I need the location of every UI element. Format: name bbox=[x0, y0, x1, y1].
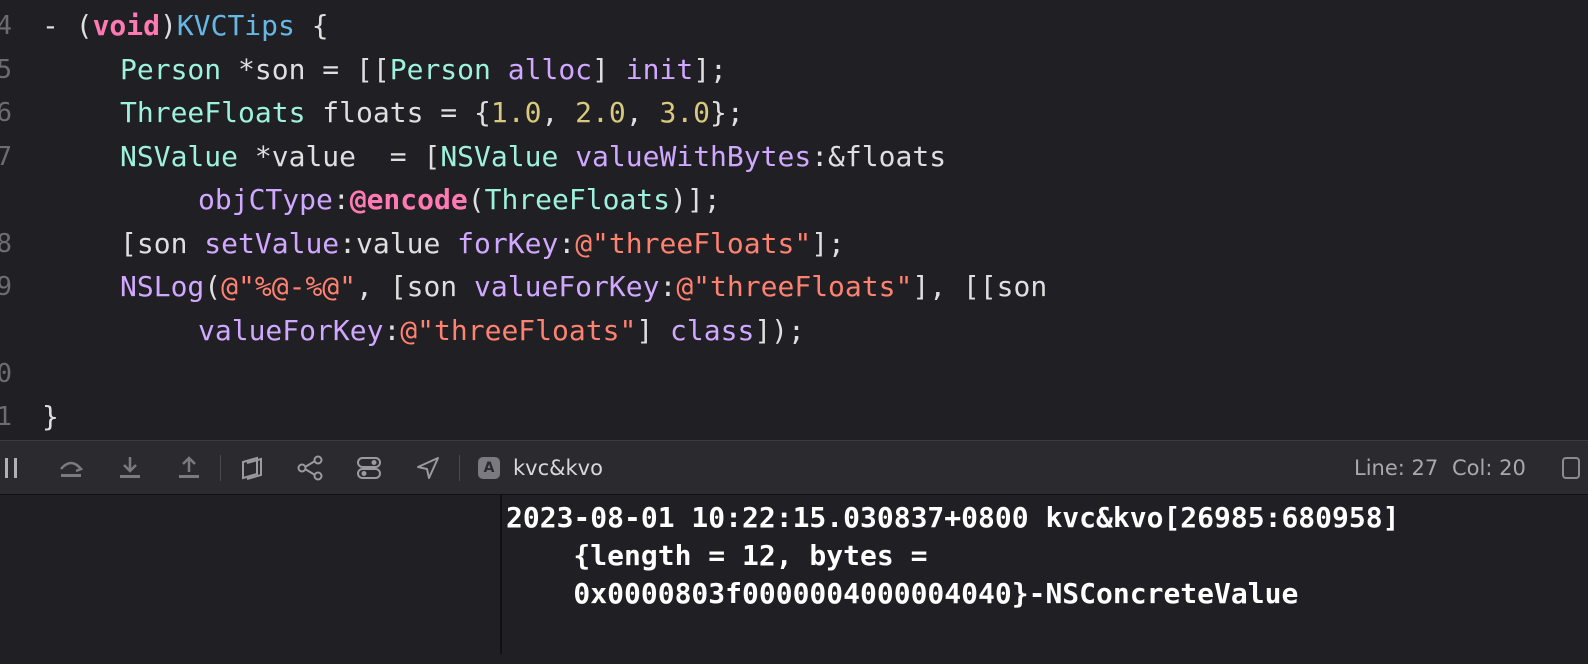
environment-overrides-icon[interactable] bbox=[355, 455, 383, 481]
code-token: void bbox=[92, 9, 161, 42]
panel-layout-icon[interactable] bbox=[1562, 457, 1580, 479]
debug-toolbar: A kvc&kvo Line: 27 Col: 20 bbox=[0, 440, 1588, 495]
code-token: init bbox=[625, 53, 694, 86]
source-editor[interactable]: 4 5 6 7 8 9 0 1 - (void)KVCTips { Person… bbox=[0, 0, 1588, 440]
code-line[interactable]: } bbox=[42, 402, 59, 432]
code-token: : bbox=[558, 227, 576, 260]
code-line-wrapped[interactable]: objCType:@encode(ThreeFloats)]; bbox=[198, 185, 721, 215]
code-line[interactable]: NSValue *value = [NSValue valueWithBytes… bbox=[120, 142, 946, 172]
debug-view-hierarchy-icon[interactable] bbox=[237, 455, 265, 481]
console-line: 2023-08-01 10:22:15.030837+0800 kvc&kvo[… bbox=[506, 501, 1400, 534]
code-line[interactable]: ThreeFloats floats = {1.0, 2.0, 3.0}; bbox=[120, 98, 744, 128]
console-line: 0x0000803f0000004000004040}-NSConcreteVa… bbox=[506, 577, 1299, 610]
code-token: @encode bbox=[349, 183, 468, 216]
toolbar-divider bbox=[459, 455, 460, 481]
code-token: NSValue bbox=[120, 140, 239, 173]
sidebar-toggle-icon[interactable] bbox=[2, 455, 30, 481]
code-token: floats = { bbox=[305, 96, 491, 129]
code-token: @"threeFloats" bbox=[400, 314, 637, 347]
code-token: - ( bbox=[42, 9, 93, 42]
step-out-icon[interactable] bbox=[175, 455, 203, 481]
code-token: *son = [[ bbox=[221, 53, 390, 86]
code-token: :value bbox=[339, 227, 458, 260]
code-line[interactable]: Person *son = [[Person alloc] init]; bbox=[120, 55, 727, 85]
code-token: @"threeFloats" bbox=[575, 227, 812, 260]
code-line-wrapped[interactable]: valueForKey:@"threeFloats"] class]); bbox=[198, 316, 805, 346]
code-token: Person bbox=[120, 53, 222, 86]
code-token: :&floats bbox=[811, 140, 947, 173]
step-over-icon[interactable] bbox=[57, 455, 85, 481]
target-name[interactable]: kvc&kvo bbox=[513, 454, 603, 482]
code-token: ThreeFloats bbox=[484, 183, 671, 216]
code-token: class bbox=[670, 314, 755, 347]
line-indicator: Line: 27 bbox=[1354, 456, 1439, 480]
code-token: *value = [ bbox=[238, 140, 441, 173]
debug-console: 2023-08-01 10:22:15.030837+0800 kvc&kvo[… bbox=[0, 495, 1588, 654]
code-token: NSValue bbox=[440, 140, 559, 173]
code-token: , bbox=[541, 96, 576, 129]
console-output[interactable]: 2023-08-01 10:22:15.030837+0800 kvc&kvo[… bbox=[506, 499, 1399, 664]
code-token: : bbox=[383, 314, 401, 347]
code-token: 3.0 bbox=[659, 96, 711, 129]
code-token: } bbox=[42, 400, 59, 433]
column-indicator: Col: 20 bbox=[1452, 456, 1526, 480]
code-token: ], [[son bbox=[912, 270, 1048, 303]
code-token: 1.0 bbox=[490, 96, 542, 129]
app-target-icon: A bbox=[478, 457, 500, 479]
code-text[interactable]: - (void)KVCTips { Person *son = [[Person… bbox=[0, 0, 1047, 432]
code-token: objCType bbox=[198, 183, 333, 216]
code-token: NSLog bbox=[120, 270, 205, 303]
code-token: ]); bbox=[754, 314, 805, 347]
code-token: ]; bbox=[693, 53, 727, 86]
code-line[interactable]: - (void)KVCTips { bbox=[42, 11, 329, 41]
code-token: 2.0 bbox=[575, 96, 626, 129]
code-token: Person bbox=[389, 53, 491, 86]
code-token: ]; bbox=[811, 227, 845, 260]
code-token: @"%@-%@" bbox=[221, 270, 357, 303]
code-token: ( bbox=[467, 183, 485, 216]
variables-view[interactable] bbox=[0, 495, 502, 654]
code-token: setValue bbox=[204, 227, 340, 260]
memory-graph-icon[interactable] bbox=[296, 455, 324, 481]
code-token: )]; bbox=[670, 183, 721, 216]
code-token: { bbox=[294, 9, 329, 42]
code-token: [son bbox=[120, 227, 205, 260]
console-line: {length = 12, bytes = bbox=[506, 539, 928, 572]
code-token: ) bbox=[160, 9, 177, 42]
code-token: ] bbox=[592, 53, 626, 86]
code-line[interactable]: [son setValue:value forKey:@"threeFloats… bbox=[120, 229, 845, 259]
simulate-location-icon[interactable] bbox=[414, 455, 442, 481]
code-token: valueForKey bbox=[474, 270, 660, 303]
code-line[interactable]: NSLog(@"%@-%@", [son valueForKey:@"three… bbox=[120, 272, 1047, 302]
line-number: 1 bbox=[0, 402, 12, 432]
code-token: : bbox=[659, 270, 677, 303]
toolbar-divider bbox=[220, 455, 221, 481]
code-token: : bbox=[332, 183, 350, 216]
code-token: valueWithBytes bbox=[575, 140, 812, 173]
code-token: ] bbox=[636, 314, 671, 347]
code-token: , [son bbox=[356, 270, 475, 303]
code-token: ThreeFloats bbox=[120, 96, 306, 129]
code-token: }; bbox=[710, 96, 744, 129]
code-token: ( bbox=[204, 270, 222, 303]
code-token: @"threeFloats" bbox=[676, 270, 913, 303]
step-into-icon[interactable] bbox=[116, 455, 144, 481]
code-token: , bbox=[625, 96, 660, 129]
code-token: alloc bbox=[507, 53, 593, 86]
code-token: forKey bbox=[457, 227, 559, 260]
line-number: 0 bbox=[0, 359, 12, 389]
code-token: valueForKey bbox=[198, 314, 384, 347]
code-token: KVCTips bbox=[176, 9, 295, 42]
